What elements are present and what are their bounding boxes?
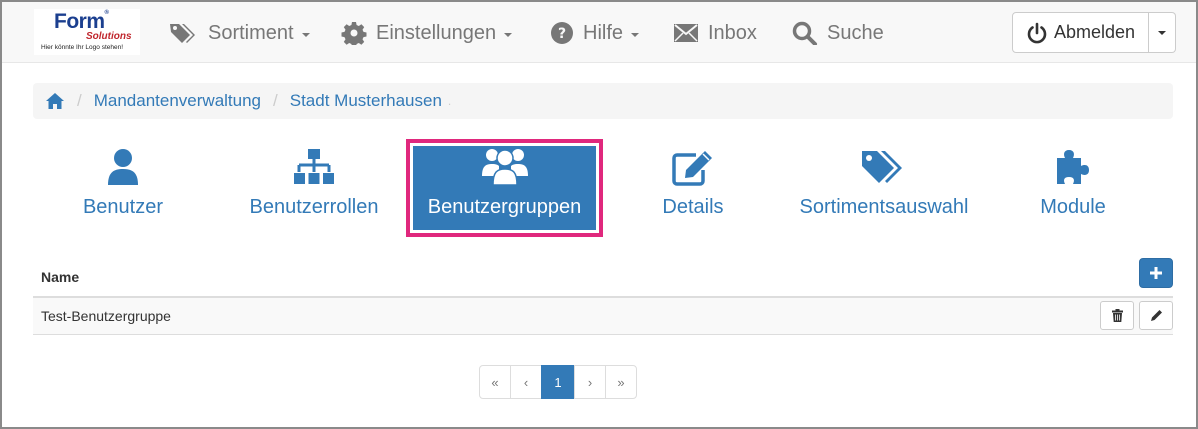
tab-benutzer-label: Benutzer — [82, 196, 164, 218]
search-icon — [792, 21, 817, 45]
tab-details[interactable]: Details — [648, 146, 738, 230]
pagination-first[interactable]: « — [479, 365, 511, 399]
home-icon[interactable] — [45, 92, 65, 110]
edit-button[interactable] — [1139, 301, 1173, 330]
tab-module[interactable]: Module — [1030, 146, 1116, 230]
tab-benutzerrollen-label: Benutzerrollen — [249, 196, 379, 218]
top-navbar: Form® Solutions Hier könnte Ihr Logo ste… — [2, 2, 1196, 63]
caret-down-icon — [301, 32, 310, 37]
caret-down-icon — [631, 32, 640, 37]
power-icon — [1027, 22, 1047, 43]
breadcrumb-separator: / — [273, 91, 278, 110]
plus-icon — [1150, 267, 1162, 279]
pagination: « ‹ 1 › » — [479, 365, 637, 399]
trash-icon — [1111, 309, 1123, 322]
breadcrumb: / Mandantenverwaltung / Stadt Musterhaus… — [33, 83, 1173, 119]
gear-icon — [341, 22, 367, 45]
tab-sortimentsauswahl[interactable]: Sortimentsauswahl — [790, 146, 978, 230]
question-circle-icon: ? — [551, 22, 573, 44]
add-group-button[interactable] — [1139, 258, 1173, 288]
logout-button-group: Abmelden — [1012, 12, 1176, 53]
logout-label: Abmelden — [1053, 22, 1136, 42]
tags-icon — [170, 24, 195, 43]
logo-tagline: Hier könnte Ihr Logo stehen! — [41, 44, 124, 51]
brand-logo[interactable]: Form® Solutions Hier könnte Ihr Logo ste… — [34, 9, 140, 55]
nav-einstellungen-label: Einstellungen — [376, 21, 497, 44]
group-name-cell: Test-Benutzergruppe — [41, 308, 171, 324]
edit-icon — [672, 151, 712, 186]
pagination-page-current[interactable]: 1 — [541, 365, 575, 399]
user-icon — [108, 149, 138, 185]
breadcrumb-stadt-musterhausen[interactable]: Stadt Musterhausen — [290, 91, 442, 111]
delete-button[interactable] — [1100, 301, 1134, 330]
nav-inbox[interactable]: Inbox — [673, 18, 757, 48]
tab-benutzer[interactable]: Benutzer — [60, 146, 186, 230]
nav-hilfe-label: Hilfe — [583, 21, 624, 44]
breadcrumb-separator: / — [77, 91, 82, 110]
tab-benutzerrollen[interactable]: Benutzerrollen — [239, 146, 389, 230]
puzzle-icon — [1057, 150, 1089, 184]
pagination-next[interactable]: › — [574, 365, 606, 399]
breadcrumb-mandantenverwaltung[interactable]: Mandantenverwaltung — [94, 91, 261, 111]
pagination-last[interactable]: » — [605, 365, 637, 399]
nav-inbox-label: Inbox — [708, 21, 757, 44]
selection-highlight-frame — [406, 139, 603, 237]
caret-down-icon — [1158, 30, 1166, 35]
pencil-icon — [1150, 310, 1162, 321]
breadcrumb-trailing-mark: . — [447, 94, 452, 108]
nav-sortiment-label: Sortiment — [208, 21, 294, 44]
tags-icon — [862, 151, 902, 183]
tab-module-label: Module — [1040, 196, 1106, 218]
nav-suche-label: Suche — [827, 21, 884, 44]
nav-suche[interactable]: Suche — [792, 18, 884, 48]
svg-text:?: ? — [558, 26, 566, 42]
nav-sortiment[interactable]: Sortiment — [169, 18, 310, 48]
logo-sub: Solutions — [86, 31, 132, 42]
logout-button[interactable]: Abmelden — [1012, 12, 1149, 53]
nav-hilfe[interactable]: ? Hilfe — [550, 18, 640, 48]
sitemap-icon — [294, 149, 334, 184]
table-header-name[interactable]: Name — [41, 269, 79, 285]
table-row: Test-Benutzergruppe — [33, 298, 1173, 335]
pagination-prev[interactable]: ‹ — [510, 365, 542, 399]
tab-details-label: Details — [662, 196, 724, 218]
nav-einstellungen[interactable]: Einstellungen — [341, 18, 513, 48]
envelope-icon — [674, 24, 698, 42]
tab-sortimentsauswahl-label: Sortimentsauswahl — [799, 196, 969, 218]
caret-down-icon — [504, 32, 513, 37]
logout-dropdown-toggle[interactable] — [1149, 12, 1176, 53]
